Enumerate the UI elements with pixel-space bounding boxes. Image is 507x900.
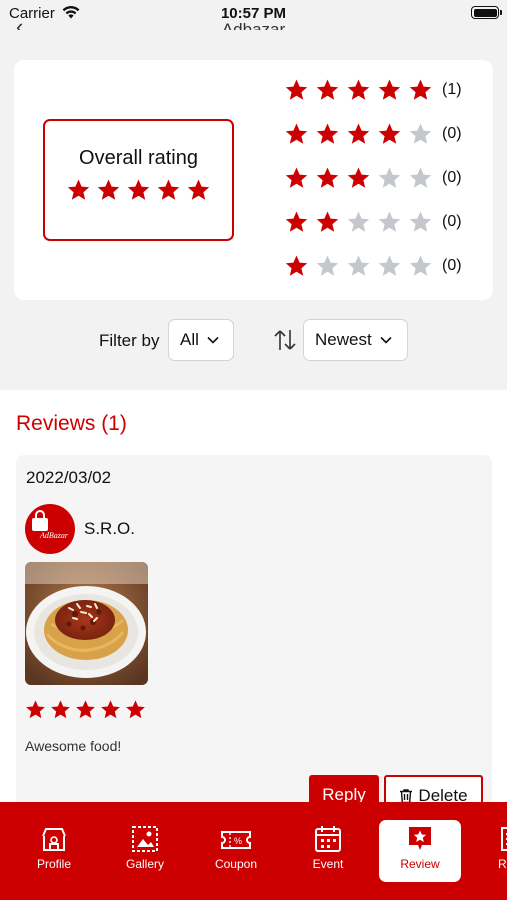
tab-label: Gallery: [125, 857, 164, 871]
reviews-section: Reviews (1) 2022/03/02 AdBazar S.R.O. Aw…: [0, 390, 507, 815]
calendar-icon: [315, 826, 341, 852]
star-icon: [96, 178, 121, 202]
svg-text:%: %: [234, 836, 242, 846]
coupon-icon: %: [221, 831, 251, 849]
rating-row-2[interactable]: (0): [284, 210, 462, 234]
rating-summary-card: Overall rating (1) (0) (0) (0) (0): [14, 60, 493, 300]
tab-reservation[interactable]: Rese: [471, 820, 507, 882]
tab-label: Event: [312, 857, 344, 871]
star-empty-icon: [346, 254, 371, 278]
star-filled-icon: [284, 122, 309, 146]
reservation-icon: [501, 827, 507, 851]
rating-row-1[interactable]: (0): [284, 254, 462, 278]
rating-stars: [284, 122, 433, 146]
store-icon: [42, 828, 66, 851]
star-icon: [125, 699, 146, 720]
star-empty-icon: [315, 254, 340, 278]
star-icon: [156, 178, 181, 202]
tab-gallery[interactable]: Gallery: [104, 820, 186, 882]
tab-profile[interactable]: Profile: [13, 820, 95, 882]
star-empty-icon: [346, 210, 371, 234]
star-icon: [100, 699, 121, 720]
chevron-down-icon: [207, 336, 219, 344]
rating-stars: [284, 210, 433, 234]
star-empty-icon: [377, 166, 402, 190]
review-star-icon: [409, 827, 431, 850]
rating-count: (0): [442, 169, 462, 186]
star-icon: [25, 699, 46, 720]
star-icon: [126, 178, 151, 202]
star-empty-icon: [377, 254, 402, 278]
tab-coupon[interactable]: % Coupon: [195, 820, 277, 882]
page-title: Adbazar: [221, 20, 286, 30]
star-filled-icon: [284, 254, 309, 278]
rating-stars: [284, 78, 433, 102]
star-filled-icon: [284, 166, 309, 190]
star-filled-icon: [346, 78, 371, 102]
star-icon: [50, 699, 71, 720]
star-icon: [75, 699, 96, 720]
overall-stars: [45, 178, 232, 202]
gallery-icon: [132, 826, 158, 852]
rating-count: (0): [442, 213, 462, 230]
review-date: 2022/03/02: [26, 468, 112, 487]
star-empty-icon: [377, 210, 402, 234]
filter-select[interactable]: All: [168, 319, 234, 361]
tab-event[interactable]: Event: [287, 820, 369, 882]
rating-row-4[interactable]: (0): [284, 122, 462, 146]
overall-rating-box: Overall rating: [43, 119, 234, 241]
tab-review[interactable]: Review: [379, 820, 461, 882]
review-stars: [25, 699, 146, 720]
rating-row-5[interactable]: (1): [284, 78, 462, 102]
review-card: 2022/03/02 AdBazar S.R.O. Awesome food! …: [16, 455, 492, 815]
rating-count: (0): [442, 257, 462, 274]
review-text: Awesome food!: [25, 738, 122, 754]
star-empty-icon: [408, 210, 433, 234]
star-filled-icon: [408, 78, 433, 102]
filter-select-value: All: [180, 330, 199, 349]
rating-count: (1): [442, 81, 462, 98]
tab-label: Coupon: [214, 857, 258, 871]
rating-stars: [284, 254, 433, 278]
sort-select[interactable]: Newest: [303, 319, 408, 361]
star-empty-icon: [408, 254, 433, 278]
star-filled-icon: [284, 78, 309, 102]
avatar-logo-text: AdBazar: [39, 531, 69, 540]
nav-bar: ‹ Adbazar: [0, 18, 507, 30]
star-icon: [66, 178, 91, 202]
chevron-down-icon: [380, 336, 392, 344]
tab-label: Profile: [36, 857, 71, 871]
reviewer-name: S.R.O.: [84, 519, 136, 538]
star-filled-icon: [315, 78, 340, 102]
filter-bar: Filter by All Newest: [0, 319, 507, 363]
reviews-title: Reviews (1): [16, 412, 127, 435]
star-filled-icon: [315, 166, 340, 190]
tab-label: Review: [400, 857, 440, 871]
rating-row-3[interactable]: (0): [284, 166, 462, 190]
filter-label: Filter by: [99, 331, 160, 350]
tab-label: Rese: [497, 857, 507, 871]
sort-arrows-icon[interactable]: [272, 328, 298, 352]
rating-count: (0): [442, 125, 462, 142]
sort-select-value: Newest: [315, 330, 372, 349]
star-empty-icon: [408, 122, 433, 146]
spaghetti-bolognese-photo[interactable]: [25, 562, 148, 685]
bottom-tab-bar: Profile Gallery % Coupon Event Review Re…: [0, 802, 507, 900]
overall-rating-label: Overall rating: [79, 147, 198, 169]
star-filled-icon: [377, 78, 402, 102]
avatar: AdBazar: [25, 504, 75, 554]
star-filled-icon: [346, 166, 371, 190]
star-filled-icon: [315, 122, 340, 146]
star-filled-icon: [315, 210, 340, 234]
star-filled-icon: [284, 210, 309, 234]
rating-stars: [284, 166, 433, 190]
star-filled-icon: [377, 122, 402, 146]
star-empty-icon: [408, 166, 433, 190]
star-icon: [186, 178, 211, 202]
star-filled-icon: [346, 122, 371, 146]
